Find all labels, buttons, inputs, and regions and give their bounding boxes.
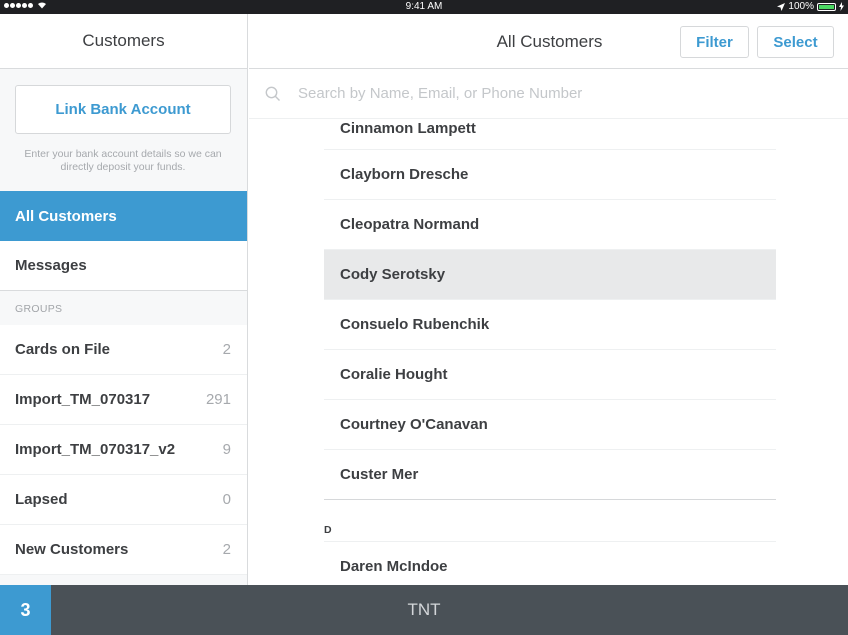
battery-percent: 100% (788, 1, 814, 12)
groups-section-label: GROUPS (15, 303, 63, 315)
group-item-new-customers[interactable]: New Customers 2 (0, 525, 247, 575)
status-bar: 9:41 AM 100% (0, 0, 848, 14)
sidebar-item-label: Messages (15, 257, 87, 274)
search-icon (265, 86, 280, 101)
customer-row[interactable]: Courtney O'Canavan (324, 400, 776, 450)
main-panel: All Customers Filter Select Cinnamon Lam… (249, 14, 848, 585)
customer-name: Coralie Hought (340, 366, 448, 383)
link-bank-hint: Enter your bank account details so we ca… (24, 148, 222, 173)
customer-row[interactable]: Cinnamon Lampett (324, 120, 776, 150)
battery-icon (817, 2, 836, 11)
group-count: 2 (222, 541, 231, 558)
group-label: Lapsed (15, 491, 68, 508)
group-label: Import_TM_070317_v2 (15, 441, 176, 458)
group-count: 291 (205, 391, 231, 408)
customer-list[interactable]: Cinnamon Lampett Clayborn Dresche Cleopa… (324, 120, 776, 585)
search-bar (249, 69, 848, 119)
charging-bolt-icon (839, 2, 844, 11)
location-arrow-icon (777, 2, 786, 11)
link-bank-account-button[interactable]: Link Bank Account (15, 85, 231, 134)
customer-row[interactable]: Daren McIndoe (324, 542, 776, 585)
customer-name: Consuelo Rubenchik (340, 316, 490, 333)
status-time: 9:41 AM (405, 1, 443, 12)
customer-name: Cleopatra Normand (340, 216, 480, 233)
group-item-import-tm-070317-v2[interactable]: Import_TM_070317_v2 9 (0, 425, 247, 475)
customer-name: Cinnamon Lampett (340, 120, 476, 137)
customer-name: Custer Mer (340, 466, 419, 483)
group-item-cards-on-file[interactable]: Cards on File 2 (0, 325, 247, 375)
group-count: 0 (222, 491, 231, 508)
group-item-import-tm-070317[interactable]: Import_TM_070317 291 (0, 375, 247, 425)
customer-row[interactable]: Clayborn Dresche (324, 150, 776, 200)
group-count: 9 (222, 441, 231, 458)
sidebar: Customers Link Bank Account Enter your b… (0, 14, 248, 585)
main-header: All Customers Filter Select (249, 14, 848, 69)
section-header-letter: D (324, 500, 776, 542)
customer-name: Cody Serotsky (340, 266, 446, 283)
group-item-lapsed[interactable]: Lapsed 0 (0, 475, 247, 525)
bottom-bar: 3 TNT (0, 585, 848, 635)
filter-button[interactable]: Filter (680, 26, 749, 58)
search-input[interactable] (298, 85, 798, 102)
cart-count-badge[interactable]: 3 (0, 585, 51, 635)
select-button[interactable]: Select (757, 26, 834, 58)
customer-row[interactable]: Cleopatra Normand (324, 200, 776, 250)
group-label: Import_TM_070317 (15, 391, 151, 408)
customer-row[interactable]: Custer Mer (324, 450, 776, 500)
customer-name: Daren McIndoe (340, 558, 448, 575)
sidebar-item-all-customers[interactable]: All Customers (0, 191, 247, 241)
customer-name: Courtney O'Canavan (340, 416, 488, 433)
sidebar-title: Customers (0, 14, 247, 69)
customer-row[interactable]: Consuelo Rubenchik (324, 300, 776, 350)
group-count: 2 (222, 341, 231, 358)
sidebar-item-label: All Customers (15, 207, 117, 225)
customer-row[interactable]: Coralie Hought (324, 350, 776, 400)
customer-name: Clayborn Dresche (340, 166, 469, 183)
group-label: New Customers (15, 541, 129, 558)
customer-row-selected[interactable]: Cody Serotsky (324, 250, 776, 300)
sidebar-item-messages[interactable]: Messages (0, 241, 247, 291)
group-label: Cards on File (15, 341, 111, 358)
bottom-bar-title[interactable]: TNT (51, 585, 797, 635)
